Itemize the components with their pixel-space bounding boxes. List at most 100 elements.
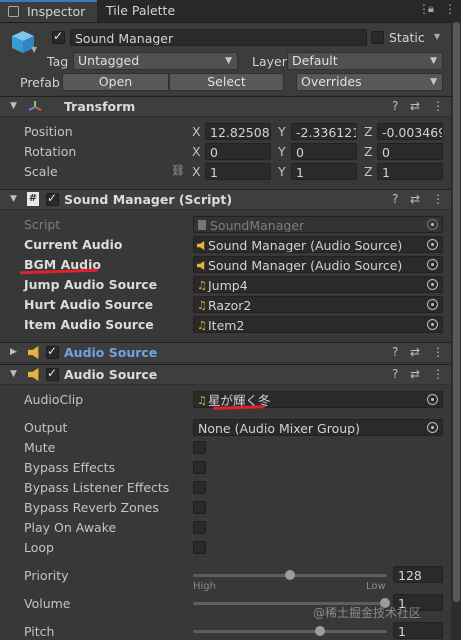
layer-dropdown[interactable]: Default ▼ bbox=[287, 52, 443, 70]
tag-dropdown[interactable]: Untagged ▼ bbox=[73, 52, 238, 70]
static-dropdown-icon[interactable]: ▼ bbox=[434, 32, 440, 41]
axis-x-label: X bbox=[192, 144, 201, 159]
transform-header[interactable]: ▼ Transform ? ⇄ ⋮ bbox=[0, 96, 461, 117]
audio-source-collapsed-header[interactable]: ▶ ✓ Audio Source ? ⇄ ⋮ bbox=[0, 342, 461, 363]
settings-icon[interactable]: ⇄ bbox=[410, 190, 420, 209]
more-icon[interactable]: ⋮ bbox=[432, 365, 444, 384]
link-icon[interactable]: ⛓ bbox=[171, 164, 185, 177]
rotation-x-field[interactable]: 0 bbox=[205, 143, 271, 160]
object-name-field[interactable]: Sound Manager bbox=[70, 29, 367, 46]
current-audio-field[interactable]: Sound Manager (Audio Source) bbox=[193, 236, 443, 253]
prefab-select-button[interactable]: Select bbox=[169, 73, 284, 91]
position-label: Position bbox=[24, 124, 73, 139]
overrides-label: Overrides bbox=[301, 74, 362, 89]
priority-high-label: High bbox=[193, 581, 216, 592]
music-note-icon: ♫ bbox=[197, 319, 207, 332]
pitch-field[interactable]: 1 bbox=[393, 622, 443, 639]
priority-field[interactable]: 128 bbox=[393, 566, 443, 583]
volume-label: Volume bbox=[24, 596, 71, 611]
item-audio-label: Item Audio Source bbox=[24, 317, 154, 332]
target-icon[interactable] bbox=[427, 259, 438, 270]
more-icon[interactable]: ⋮ bbox=[432, 343, 444, 362]
lock-icon[interactable]: 🔒︎ bbox=[428, 2, 434, 16]
axis-z-label: Z bbox=[364, 124, 373, 139]
static-checkbox[interactable] bbox=[371, 31, 384, 44]
settings-icon[interactable]: ⇄ bbox=[410, 97, 420, 116]
rotation-y-field[interactable]: 0 bbox=[291, 143, 357, 160]
bypass-listener-checkbox[interactable] bbox=[193, 481, 206, 494]
play-on-awake-checkbox[interactable] bbox=[193, 521, 206, 534]
pitch-slider-track[interactable] bbox=[193, 630, 387, 633]
foldout-closed-icon[interactable]: ▶ bbox=[10, 347, 17, 357]
help-icon[interactable]: ? bbox=[392, 97, 398, 116]
target-icon[interactable] bbox=[427, 299, 438, 310]
position-z-field[interactable]: -0.003469 bbox=[377, 123, 443, 140]
target-icon[interactable] bbox=[427, 279, 438, 290]
help-icon[interactable]: ? bbox=[392, 190, 398, 209]
settings-icon[interactable]: ⇄ bbox=[410, 365, 420, 384]
axis-z-label: Z bbox=[364, 144, 373, 159]
tab-tile-palette-label: Tile Palette bbox=[106, 3, 176, 18]
priority-slider-handle[interactable] bbox=[285, 570, 295, 580]
tag-value: Untagged bbox=[78, 53, 140, 68]
audio-source-title: Audio Source bbox=[64, 367, 158, 382]
help-icon[interactable]: ? bbox=[392, 365, 398, 384]
output-field[interactable]: None (Audio Mixer Group) bbox=[193, 419, 443, 436]
prefab-overrides-dropdown[interactable]: Overrides ▼ bbox=[296, 73, 443, 91]
scale-y-field[interactable]: 1 bbox=[291, 163, 357, 180]
chevron-down-icon: ▼ bbox=[225, 56, 232, 66]
position-y-field[interactable]: -2.336121 bbox=[291, 123, 357, 140]
target-icon[interactable] bbox=[427, 394, 438, 405]
more-icon[interactable]: ⋮ bbox=[432, 97, 444, 116]
scale-z-field[interactable]: 1 bbox=[377, 163, 443, 180]
checkmark-icon: ✓ bbox=[47, 191, 58, 205]
settings-icon[interactable]: ⇄ bbox=[410, 343, 420, 362]
audio-source-header[interactable]: ▼ ✓ Audio Source ? ⇄ ⋮ bbox=[0, 364, 461, 385]
target-icon[interactable] bbox=[427, 319, 438, 330]
loop-label: Loop bbox=[24, 540, 54, 555]
hurt-audio-field[interactable]: ♫ Razor2 bbox=[193, 296, 443, 313]
rotation-label: Rotation bbox=[24, 144, 77, 159]
prefab-label: Prefab bbox=[20, 75, 60, 90]
script-header[interactable]: ▼ # ✓ Sound Manager (Script) ? ⇄ ⋮ bbox=[0, 189, 461, 210]
target-icon[interactable] bbox=[427, 239, 438, 250]
foldout-open-icon[interactable]: ▼ bbox=[10, 194, 17, 204]
audio-source-collapsed-title: Audio Source bbox=[64, 345, 158, 360]
bypass-reverb-label: Bypass Reverb Zones bbox=[24, 500, 159, 515]
jump-audio-field[interactable]: ♫ Jump4 bbox=[193, 276, 443, 293]
tab-tile-palette[interactable]: Tile Palette bbox=[106, 0, 175, 22]
target-icon[interactable] bbox=[427, 422, 438, 433]
scrollbar-thumb[interactable] bbox=[453, 22, 460, 602]
output-value: None (Audio Mixer Group) bbox=[198, 421, 360, 436]
position-x-field[interactable]: 12.82508 bbox=[205, 123, 271, 140]
output-label: Output bbox=[24, 420, 68, 435]
bgm-audio-field[interactable]: Sound Manager (Audio Source) bbox=[193, 256, 443, 273]
mute-label: Mute bbox=[24, 440, 56, 455]
loop-checkbox[interactable] bbox=[193, 541, 206, 554]
foldout-open-icon[interactable]: ▼ bbox=[10, 369, 17, 379]
chevron-down-icon[interactable]: ▼ bbox=[31, 45, 37, 54]
item-audio-value: Item2 bbox=[208, 318, 245, 333]
menu-icon[interactable]: ⋮ bbox=[444, 2, 456, 16]
bypass-reverb-checkbox[interactable] bbox=[193, 501, 206, 514]
pitch-slider-handle[interactable] bbox=[315, 626, 325, 636]
tab-inspector-label: Inspector bbox=[27, 4, 86, 19]
object-header: ▼ Sound Manager Static ▼ Tag Untagged ▼ L… bbox=[0, 23, 451, 95]
scale-x-field[interactable]: 1 bbox=[205, 163, 271, 180]
bypass-effects-checkbox[interactable] bbox=[193, 461, 206, 474]
active-checkbox[interactable] bbox=[52, 29, 65, 44]
script-title: Sound Manager (Script) bbox=[64, 192, 233, 207]
red-underline-annotation bbox=[212, 405, 266, 410]
rotation-z-field[interactable]: 0 bbox=[377, 143, 443, 160]
hurt-audio-label: Hurt Audio Source bbox=[24, 297, 154, 312]
mute-checkbox[interactable] bbox=[193, 441, 206, 454]
tab-inspector[interactable]: Inspector bbox=[0, 0, 97, 22]
more-icon[interactable]: ⋮ bbox=[432, 190, 444, 209]
tab-bar: Inspector Tile Palette ⋮ 🔒︎ ⋮ bbox=[0, 0, 461, 23]
item-audio-field[interactable]: ♫ Item2 bbox=[193, 316, 443, 333]
prefab-open-button[interactable]: Open bbox=[62, 73, 169, 91]
help-icon[interactable]: ? bbox=[392, 343, 398, 362]
music-note-icon: ♫ bbox=[197, 299, 207, 312]
foldout-open-icon[interactable]: ▼ bbox=[10, 101, 17, 111]
chevron-down-icon: ▼ bbox=[430, 77, 437, 87]
